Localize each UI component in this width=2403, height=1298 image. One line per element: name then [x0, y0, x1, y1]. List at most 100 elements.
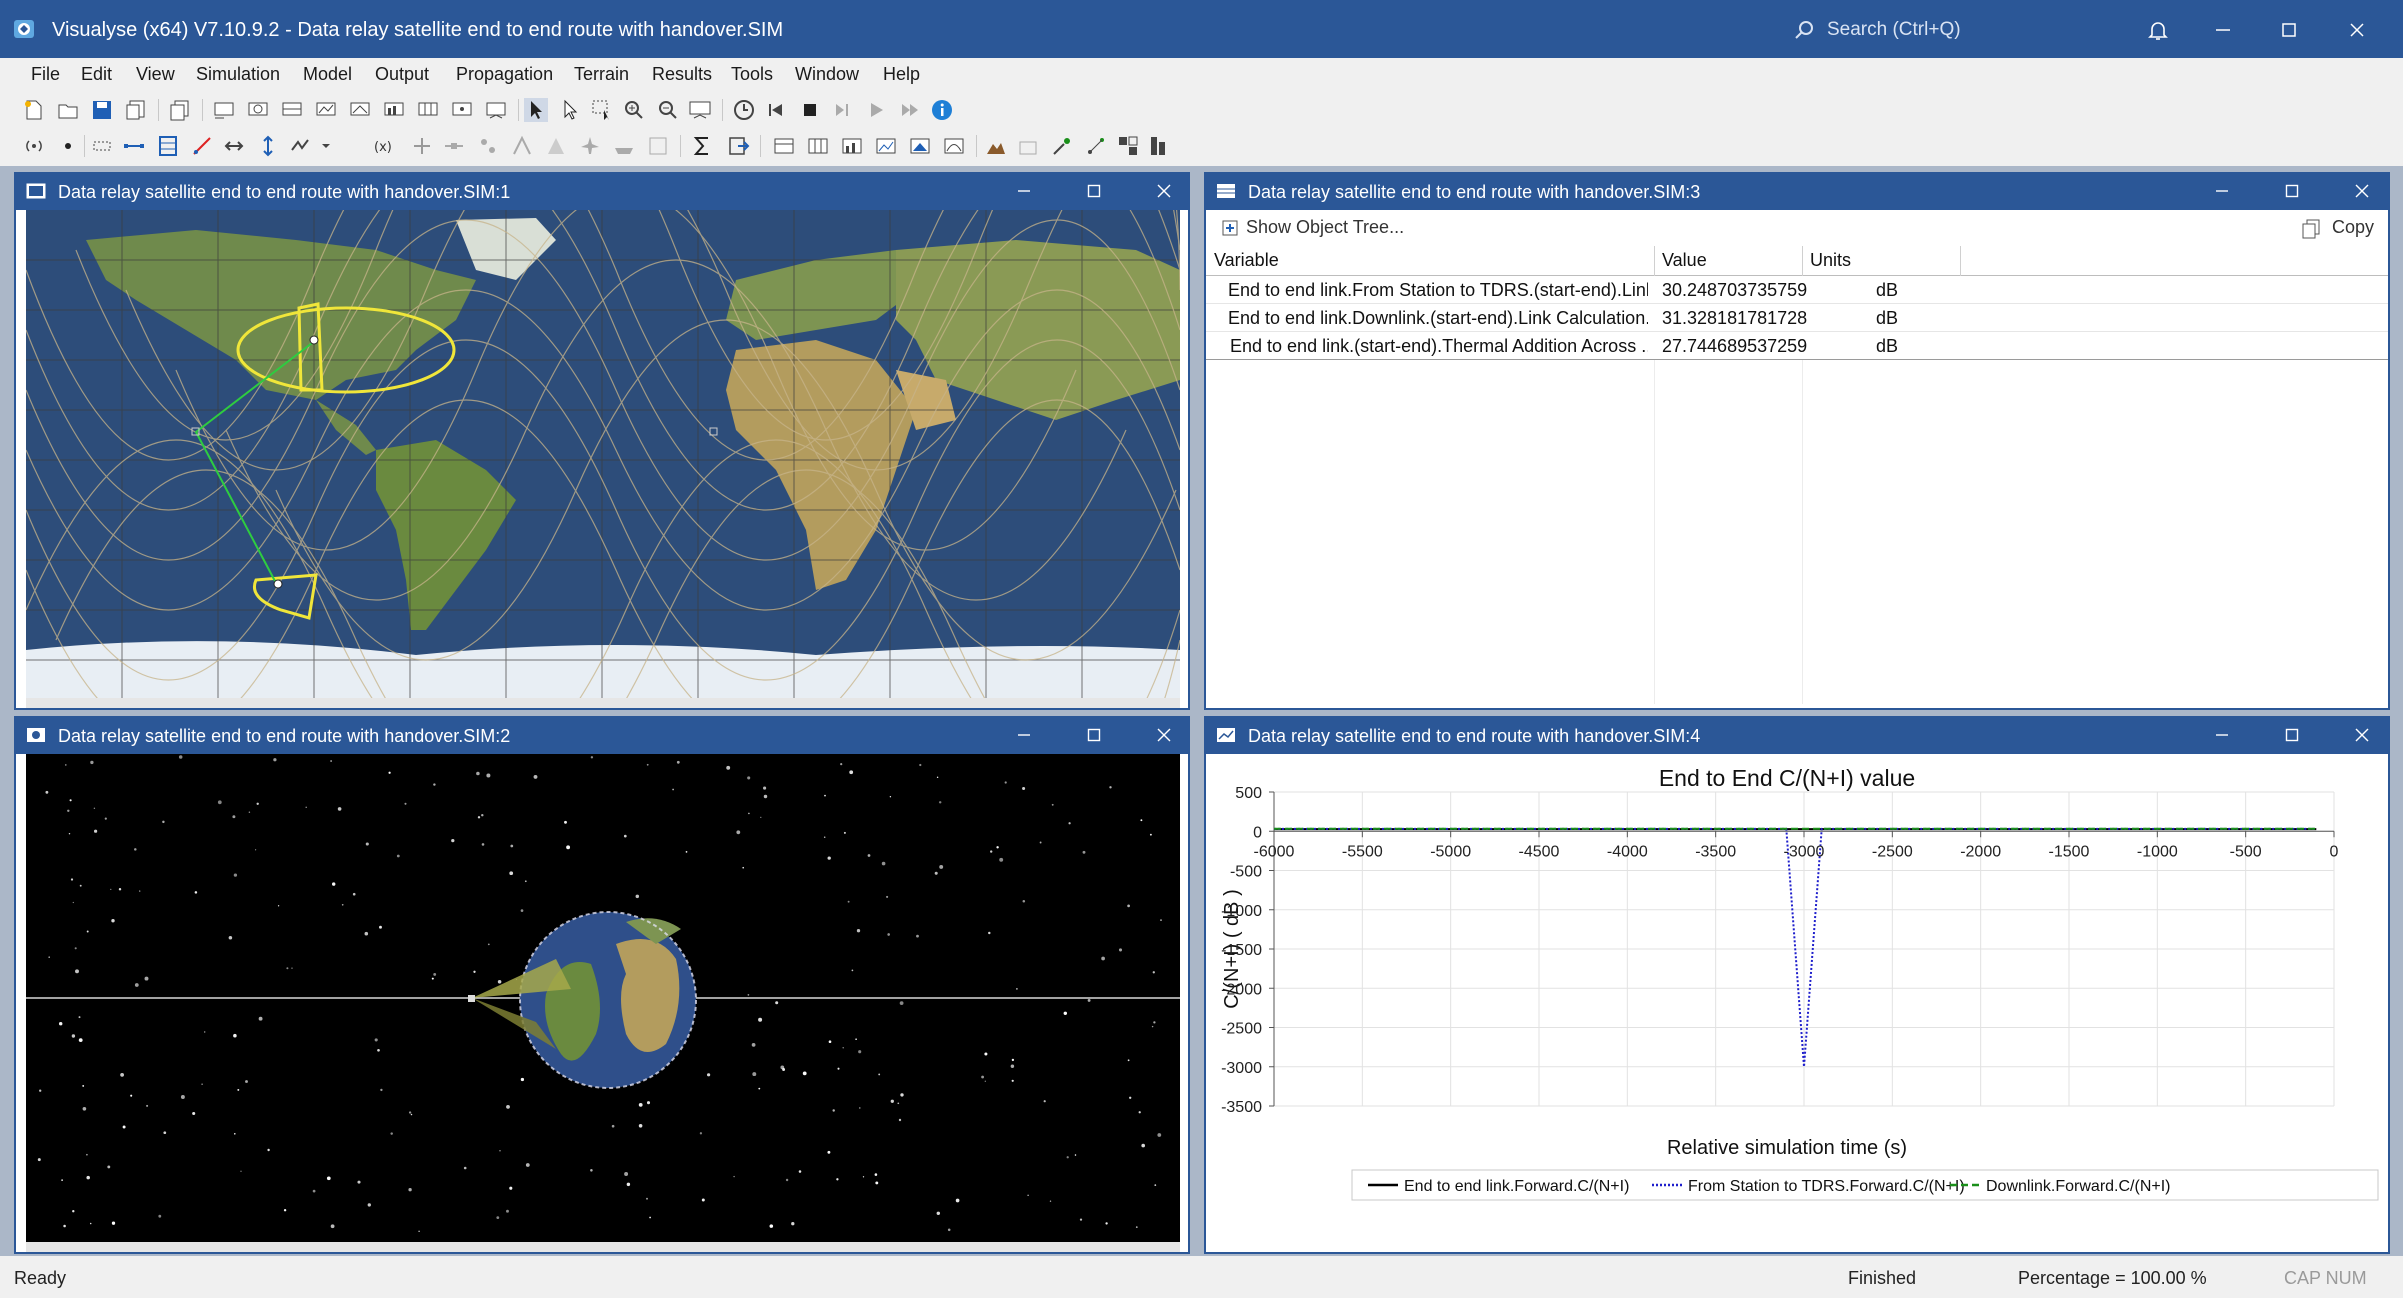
- column-header-value[interactable]: Value: [1662, 250, 1707, 271]
- map-window[interactable]: Data relay satellite end to end route wi…: [14, 172, 1190, 710]
- satellite-constellation-icon[interactable]: [1050, 134, 1074, 158]
- map-window-titlebar[interactable]: Data relay satellite end to end route wi…: [16, 174, 1188, 210]
- chart-close-button[interactable]: [2348, 722, 2376, 748]
- map-close-button[interactable]: [1150, 178, 1178, 204]
- export-icon[interactable]: [726, 134, 750, 158]
- play-icon[interactable]: [864, 98, 888, 122]
- plot-output-icon[interactable]: [874, 134, 898, 158]
- column-header-units[interactable]: Units: [1810, 250, 1851, 271]
- fast-forward-icon[interactable]: [898, 98, 922, 122]
- globe-window-titlebar[interactable]: Data relay satellite end to end route wi…: [16, 718, 1188, 754]
- tdrs-satellite-marker[interactable]: [468, 995, 475, 1002]
- add-constellation-icon[interactable]: [476, 134, 500, 158]
- search-box[interactable]: Search (Ctrl+Q): [1827, 19, 1961, 41]
- station-icon[interactable]: [56, 134, 80, 158]
- save-icon[interactable]: [90, 98, 114, 122]
- info-icon[interactable]: [930, 98, 954, 122]
- step-icon[interactable]: [830, 98, 854, 122]
- copy-icon[interactable]: [2302, 219, 2320, 239]
- menu-model[interactable]: Model: [303, 64, 352, 85]
- column-divider[interactable]: [1802, 246, 1803, 276]
- globe-window[interactable]: Data relay satellite end to end route wi…: [14, 716, 1190, 1254]
- new-watch-view-icon[interactable]: [450, 98, 474, 122]
- pan-pointer-icon[interactable]: [558, 98, 582, 122]
- link-manager-icon[interactable]: [156, 134, 180, 158]
- interference-icon[interactable]: [190, 134, 214, 158]
- globe-minimize-button[interactable]: [1010, 722, 1038, 748]
- column-divider[interactable]: [1960, 246, 1961, 276]
- menu-results[interactable]: Results: [652, 64, 712, 85]
- table-maximize-button[interactable]: [2278, 178, 2306, 204]
- chart-minimize-button[interactable]: [2208, 722, 2236, 748]
- add-beam-icon[interactable]: [544, 134, 568, 158]
- menu-view[interactable]: View: [136, 64, 175, 85]
- world-map-canvas[interactable]: [16, 210, 1188, 708]
- new-histogram-view-icon[interactable]: [382, 98, 406, 122]
- carrier-icon[interactable]: [90, 134, 114, 158]
- table-row[interactable]: End to end link.From Station to TDRS.(st…: [1206, 276, 2388, 304]
- new-area-view-icon[interactable]: [348, 98, 372, 122]
- new-report-view-icon[interactable]: [484, 98, 508, 122]
- network-icon[interactable]: [1084, 134, 1108, 158]
- table-window-titlebar[interactable]: Data relay satellite end to end route wi…: [1206, 174, 2388, 210]
- menu-file[interactable]: File: [31, 64, 60, 85]
- add-terrestrial-icon[interactable]: [510, 134, 534, 158]
- terrain-icon[interactable]: [984, 134, 1008, 158]
- expand-tree-icon[interactable]: [1222, 220, 1238, 236]
- menu-window[interactable]: Window: [795, 64, 859, 85]
- column-divider[interactable]: [1654, 246, 1655, 276]
- table-row[interactable]: End to end link.Downlink.(start-end).Lin…: [1206, 304, 2388, 332]
- new-file-icon[interactable]: [22, 98, 46, 122]
- remote-station-marker[interactable]: [273, 579, 283, 589]
- zoom-out-icon[interactable]: [656, 98, 680, 122]
- grid-output-icon[interactable]: [806, 134, 830, 158]
- zoom-box-icon[interactable]: [590, 98, 614, 122]
- map-minimize-button[interactable]: [1010, 178, 1038, 204]
- table-minimize-button[interactable]: [2208, 178, 2236, 204]
- clock-icon[interactable]: [732, 98, 756, 122]
- add-aircraft-icon[interactable]: [578, 134, 602, 158]
- new-grid-view-icon[interactable]: [416, 98, 440, 122]
- series-line-1[interactable]: [1274, 827, 2317, 1067]
- allocation-grid-icon[interactable]: [1116, 134, 1140, 158]
- table-output-icon[interactable]: [772, 134, 796, 158]
- variable-icon[interactable]: (x): [372, 134, 396, 158]
- area-output-icon[interactable]: [908, 134, 932, 158]
- spectrum-output-icon[interactable]: [942, 134, 966, 158]
- clutter-icon[interactable]: [1016, 134, 1040, 158]
- open-file-icon[interactable]: [56, 98, 80, 122]
- stop-icon[interactable]: [798, 98, 822, 122]
- handover-icon[interactable]: [256, 134, 280, 158]
- globe-close-button[interactable]: [1150, 722, 1178, 748]
- globe-view[interactable]: [16, 754, 1188, 1252]
- map-view[interactable]: [16, 210, 1188, 708]
- menu-help[interactable]: Help: [883, 64, 920, 85]
- menu-simulation[interactable]: Simulation: [196, 64, 280, 85]
- chart-window[interactable]: Data relay satellite end to end route wi…: [1204, 716, 2390, 1254]
- chart-window-titlebar[interactable]: Data relay satellite end to end route wi…: [1206, 718, 2388, 754]
- minimize-button[interactable]: [2208, 15, 2238, 45]
- search-icon[interactable]: [1793, 20, 1815, 42]
- column-header-variable[interactable]: Variable: [1214, 250, 1279, 271]
- frequency-bands-icon[interactable]: [1148, 134, 1172, 158]
- table-close-button[interactable]: [2348, 178, 2376, 204]
- earth-station-marker[interactable]: [309, 335, 319, 345]
- maximize-button[interactable]: [2274, 15, 2304, 45]
- menu-edit[interactable]: Edit: [81, 64, 112, 85]
- close-button[interactable]: [2342, 15, 2372, 45]
- route-icon[interactable]: [222, 134, 246, 158]
- globe-maximize-button[interactable]: [1080, 722, 1108, 748]
- copy-button[interactable]: Copy: [2332, 217, 2374, 238]
- new-table-view-icon[interactable]: [280, 98, 304, 122]
- map-maximize-button[interactable]: [1080, 178, 1108, 204]
- sum-icon[interactable]: [690, 134, 714, 158]
- menu-terrain[interactable]: Terrain: [574, 64, 629, 85]
- menu-propagation[interactable]: Propagation: [456, 64, 553, 85]
- globe-canvas[interactable]: [16, 754, 1188, 1252]
- new-chart-view-icon[interactable]: [314, 98, 338, 122]
- select-pointer-icon[interactable]: [524, 98, 548, 122]
- add-station-icon[interactable]: [410, 134, 434, 158]
- rewind-icon[interactable]: [764, 98, 788, 122]
- add-group-icon[interactable]: [646, 134, 670, 158]
- menu-output[interactable]: Output: [375, 64, 429, 85]
